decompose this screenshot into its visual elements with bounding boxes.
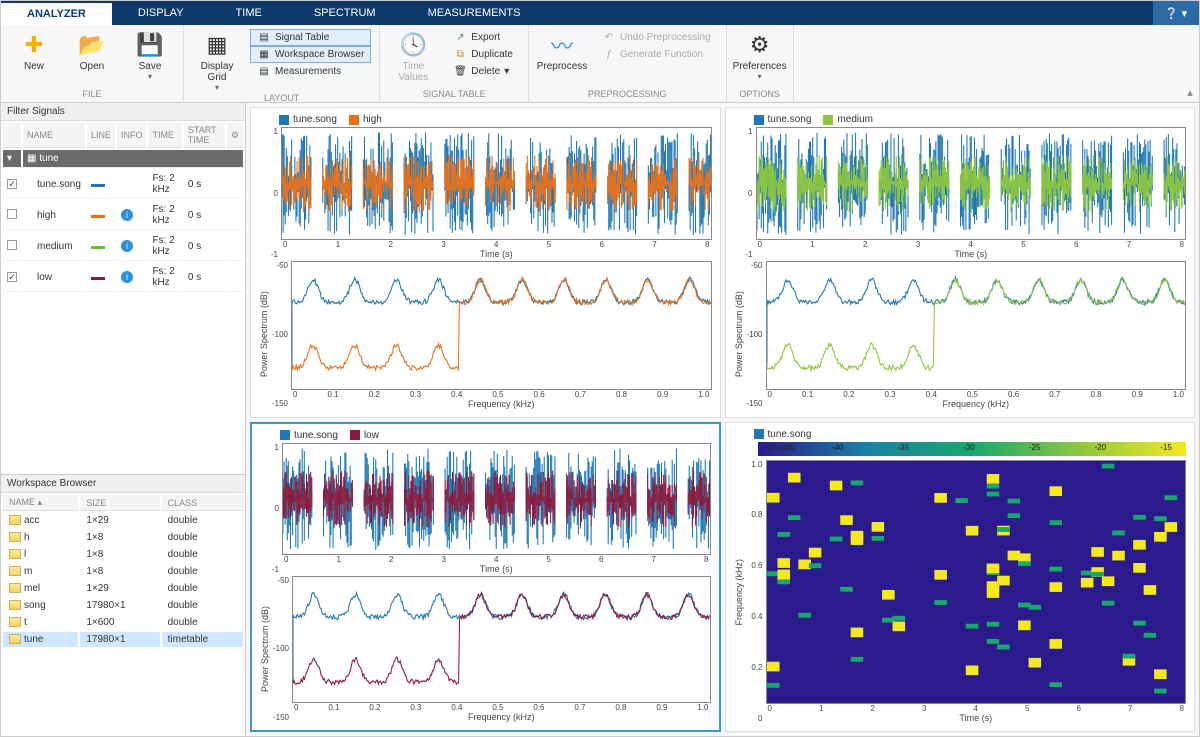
info-icon[interactable]: i — [121, 240, 133, 252]
variable-icon — [9, 583, 21, 593]
variable-icon — [9, 617, 21, 627]
tab-measurements[interactable]: MEASUREMENTS — [402, 1, 547, 25]
filter-signals-header: Filter Signals — [1, 103, 245, 121]
generate-function-button: ƒGenerate Function — [595, 46, 718, 63]
signal-row[interactable]: medium i Fs: 2 kHz0 s — [3, 232, 243, 261]
chart-legend: tune.songlow — [260, 430, 711, 443]
variable-icon — [9, 566, 21, 576]
y-axis-label: Power Spectrum (dB) — [259, 261, 269, 408]
duplicate-button[interactable]: ⧉Duplicate — [446, 46, 520, 63]
chart-panel-2[interactable]: tune.songlow 10-1 012345678 Time (s) Pow… — [250, 422, 721, 733]
filter-signals-panel: Filter Signals NAMELINEINFOTIMESTART TIM… — [1, 103, 245, 475]
signal-row[interactable]: ✓ low i Fs: 2 kHz0 s — [3, 263, 243, 292]
time-plot[interactable] — [756, 127, 1187, 240]
colorbar: -45 (dB)-40-35-30-25-20-15 — [758, 442, 1187, 456]
undo-preprocessing-button: ↶Undo Preprocessing — [595, 29, 718, 46]
time-plot[interactable] — [281, 127, 712, 240]
chart-legend: tune.song — [734, 429, 1187, 442]
signal-checkbox[interactable] — [7, 209, 17, 219]
workspace-var-row[interactable]: song17980×1double — [3, 598, 243, 613]
spectrogram-plot[interactable] — [766, 460, 1187, 705]
chart-legend: tune.songmedium — [734, 114, 1187, 127]
signal-table-toggle[interactable]: ▤Signal Table — [250, 29, 371, 46]
preprocess-button[interactable]: 〰Preprocess — [537, 29, 587, 72]
info-icon[interactable]: i — [121, 271, 133, 283]
variable-icon — [9, 549, 21, 559]
signal-checkbox[interactable]: ✓ — [7, 272, 17, 282]
delete-button[interactable]: 🗑Delete ▾ — [446, 63, 520, 80]
spectrum-plot[interactable] — [766, 261, 1187, 389]
chart-panel-1[interactable]: tune.songmedium 10-1 012345678 Time (s) … — [725, 107, 1196, 418]
tab-display[interactable]: DISPLAY — [112, 1, 210, 25]
spectrum-plot[interactable] — [292, 576, 711, 703]
new-button[interactable]: ✚New — [9, 29, 59, 72]
tab-analyzer[interactable]: ANALYZER — [1, 1, 112, 25]
y-axis-label: Power Spectrum (dB) — [260, 576, 270, 722]
workspace-browser-toggle[interactable]: ▦Workspace Browser — [250, 46, 371, 63]
help-button[interactable]: ❔ ▾ — [1153, 1, 1199, 25]
variable-icon — [9, 532, 21, 542]
signal-analyzer-app: ANALYZER DISPLAY TIME SPECTRUM MEASUREME… — [0, 0, 1200, 737]
signal-checkbox[interactable] — [7, 240, 17, 250]
workspace-var-row[interactable]: mel1×29double — [3, 581, 243, 596]
chart-legend: tune.songhigh — [259, 114, 712, 127]
display-grid-button[interactable]: ▦Display Grid▾ — [192, 29, 242, 92]
chart-panel-0[interactable]: tune.songhigh 10-1 012345678 Time (s) Po… — [250, 107, 721, 418]
variable-icon — [9, 634, 21, 644]
spectrum-plot[interactable] — [291, 261, 712, 389]
workspace-browser-header: Workspace Browser — [1, 475, 245, 493]
display-grid: tune.songhigh 10-1 012345678 Time (s) Po… — [246, 103, 1199, 736]
time-values-button: 🕓Time Values — [388, 29, 438, 83]
workspace-var-row[interactable]: m1×8double — [3, 564, 243, 579]
variable-icon — [9, 600, 21, 610]
signal-group-row[interactable]: ▾▦ tune — [3, 150, 243, 168]
y-axis-label: Power Spectrum (dB) — [734, 261, 744, 408]
preferences-button[interactable]: ⚙Preferences▾ — [735, 29, 785, 81]
toolstrip-tabs: ANALYZER DISPLAY TIME SPECTRUM MEASUREME… — [1, 1, 1199, 25]
tab-time[interactable]: TIME — [210, 1, 288, 25]
export-button[interactable]: ↗Export — [446, 29, 520, 46]
open-button[interactable]: 📂Open — [67, 29, 117, 72]
time-plot[interactable] — [282, 443, 711, 555]
signal-row[interactable]: high i Fs: 2 kHz0 s — [3, 201, 243, 230]
toolstrip-ribbon: ✚New 📂Open 💾Save▾ FILE ▦Display Grid▾ ▤S… — [1, 25, 1199, 103]
save-button[interactable]: 💾Save▾ — [125, 29, 175, 81]
workspace-var-row[interactable]: t1×600double — [3, 615, 243, 630]
signal-checkbox[interactable]: ✓ — [7, 179, 17, 189]
workspace-browser-panel: Workspace Browser NAME ▴SIZECLASS acc1×2… — [1, 475, 245, 736]
tab-spectrum[interactable]: SPECTRUM — [288, 1, 402, 25]
workspace-table[interactable]: NAME ▴SIZECLASS acc1×29double h1×8double… — [1, 493, 245, 649]
chart-panel-3[interactable]: tune.song-45 (dB)-40-35-30-25-20-15 Freq… — [725, 422, 1196, 733]
variable-icon — [9, 515, 21, 525]
measurements-toggle[interactable]: ▤Measurements — [250, 63, 371, 80]
y-axis-label: Frequency (kHz) — [734, 460, 744, 724]
workspace-var-row[interactable]: tune17980×1timetable — [3, 632, 243, 647]
signal-table[interactable]: NAMELINEINFOTIMESTART TIME⚙ ▾▦ tune ✓ tu… — [1, 121, 245, 294]
info-icon[interactable]: i — [121, 209, 133, 221]
collapse-ribbon-button[interactable]: ▴ — [1181, 25, 1199, 102]
workspace-var-row[interactable]: h1×8double — [3, 530, 243, 545]
workspace-var-row[interactable]: l1×8double — [3, 547, 243, 562]
signal-row[interactable]: ✓ tune.song Fs: 2 kHz0 s — [3, 170, 243, 199]
workspace-var-row[interactable]: acc1×29double — [3, 513, 243, 528]
